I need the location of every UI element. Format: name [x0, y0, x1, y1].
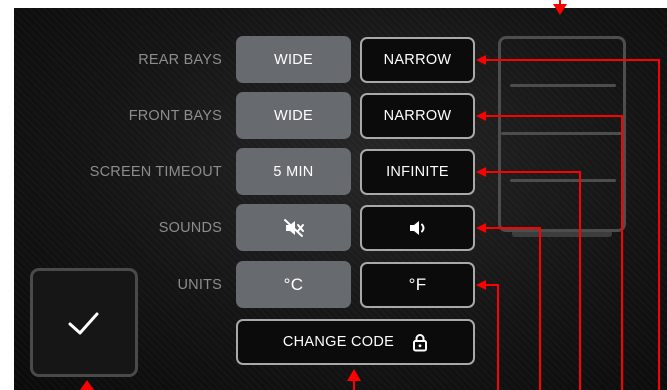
screen-timeout-5min-button[interactable]: 5 MIN [236, 148, 351, 195]
change-code-label: CHANGE CODE [282, 334, 395, 350]
screen-timeout-infinite-button[interactable]: INFINITE [360, 149, 475, 195]
front-bays-narrow-button[interactable]: NARROW [360, 93, 475, 139]
units-celsius-button[interactable]: °C [236, 261, 351, 308]
front-bays-wide-button[interactable]: WIDE [236, 92, 351, 139]
units-fahrenheit-button[interactable]: °F [360, 262, 475, 308]
sound-on-icon [409, 221, 424, 235]
sounds-mute-button[interactable] [236, 204, 351, 251]
lock-icon [413, 333, 428, 351]
rear-bays-label: REAR BAYS [138, 52, 222, 68]
screen-timeout-label: SCREEN TIMEOUT [89, 164, 222, 180]
rear-bays-wide-button[interactable]: WIDE [236, 36, 351, 83]
bay-divider-line [501, 132, 623, 135]
confirm-button[interactable] [30, 268, 138, 377]
fahrenheit-label: °F [408, 275, 427, 294]
rear-bays-narrow-button[interactable]: NARROW [360, 37, 475, 83]
change-code-button[interactable]: CHANGE CODE [236, 319, 475, 365]
celsius-label: °C [283, 274, 304, 294]
front-bays-label: FRONT BAYS [128, 108, 222, 124]
sounds-label: SOUNDS [158, 220, 222, 236]
sound-muted-icon [283, 218, 304, 237]
sounds-on-button[interactable] [360, 205, 475, 251]
checkmark-icon [68, 312, 99, 335]
bay-divider-line [510, 84, 616, 87]
bay-divider-line [510, 179, 616, 182]
